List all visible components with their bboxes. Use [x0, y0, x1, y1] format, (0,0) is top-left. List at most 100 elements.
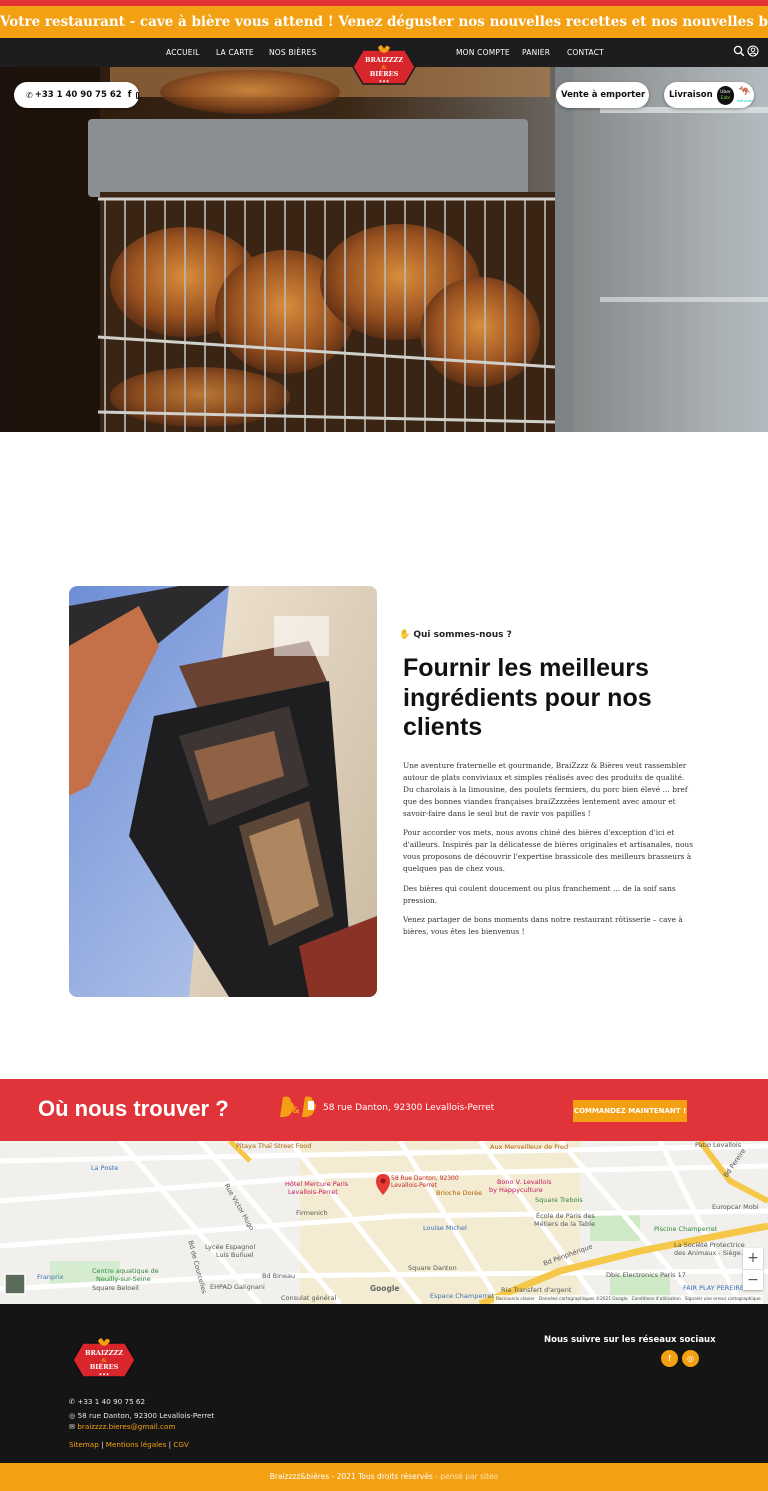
map-place[interactable]: Louise Michel: [423, 1224, 467, 1232]
map-attribution: Raccourcis clavier Données cartographiqu…: [494, 1295, 763, 1304]
hand-wave-icon: ✋: [399, 630, 411, 640]
map-place[interactable]: Pitaya Thaï Street Food: [236, 1142, 311, 1150]
braizzzz-bieres-logo[interactable]: BRAIZZZZ & BIÈRES ★★★: [351, 44, 417, 90]
about-title: Fournir les meilleurs ingrédients pour n…: [403, 654, 652, 741]
footer-logo[interactable]: BRAIZZZZ & BIÈRES ★★★: [71, 1337, 137, 1383]
phone-link[interactable]: +33 1 40 90 75 62: [35, 90, 122, 100]
svg-text:BIÈRES: BIÈRES: [90, 1362, 119, 1371]
map-place[interactable]: Aux Merveilleux de Fred: [490, 1143, 568, 1151]
map-place[interactable]: FAIR PLAY PEREIRE: [683, 1284, 744, 1292]
about-paragraph-3: Des bières qui coulent doucement ou plus…: [403, 884, 676, 905]
deliveroo-text: deliveroo: [737, 98, 754, 103]
about-paragraph-1: Une aventure fraternelle et gourmande, B…: [403, 761, 688, 818]
map-place[interactable]: Patio Levallois: [695, 1141, 741, 1149]
copyright-bar: Braizzzz&bières - 2021 Tous droits réser…: [0, 1463, 768, 1491]
about-kicker-text: Qui sommes-nous ?: [413, 630, 512, 640]
map-place[interactable]: Firmenich: [296, 1209, 328, 1217]
footer-address-text: 58 rue Danton, 92300 Levallois-Perret: [77, 1411, 215, 1420]
map-place[interactable]: La Société Protectrice: [674, 1241, 745, 1249]
map-place[interactable]: Lycée Espagnol: [205, 1243, 255, 1251]
eats-text: Eats: [720, 95, 731, 101]
footer-links: Sitemap | Mentions légales | CGV: [69, 1440, 189, 1449]
map-place[interactable]: Square Trebois: [535, 1196, 583, 1204]
announcement-banner: Votre restaurant - cave à bière vous att…: [0, 0, 768, 38]
nav-contact[interactable]: CONTACT: [567, 38, 604, 67]
order-now-button[interactable]: COMMANDEZ MAINTENANT !: [573, 1100, 687, 1122]
satellite-toggle[interactable]: [4, 1273, 26, 1295]
about-paragraph-2: Pour accorder vos mets, nous avons chiné…: [403, 828, 693, 873]
nav-la-carte[interactable]: LA CARTE: [216, 38, 254, 67]
map-place[interactable]: Brioche Dorée: [436, 1189, 482, 1197]
map-place[interactable]: Consulat général: [281, 1294, 336, 1302]
map-place[interactable]: Hôtel Mercure Paris: [285, 1180, 348, 1188]
credit-link[interactable]: - pensé par siteo: [435, 1472, 498, 1481]
map-place[interactable]: École de Paris des: [536, 1212, 595, 1220]
legal-link[interactable]: Mentions légales: [106, 1440, 167, 1449]
footer-email-text[interactable]: braizzzz.bieres@gmail.com: [77, 1422, 175, 1431]
svg-text:&: &: [292, 1106, 300, 1116]
nav-nos-bieres[interactable]: NOS BIÈRES: [269, 38, 316, 67]
map-place[interactable]: Ria Transfert d'argent: [501, 1286, 571, 1294]
footer-address: ◎ 58 rue Danton, 92300 Levallois-Perret: [69, 1411, 214, 1420]
account-icon[interactable]: [747, 45, 759, 57]
nav-mon-compte[interactable]: MON COMPTE: [456, 38, 510, 67]
map-place[interactable]: Espace Champerret: [430, 1292, 494, 1300]
google-map[interactable]: 58 Rue Danton, 92300 Levallois-Perret Pit…: [0, 1141, 768, 1304]
map-place[interactable]: Dbic Electronics Paris 17: [606, 1271, 686, 1279]
map-place: by Happyculture: [489, 1186, 543, 1194]
map-terms-link[interactable]: Conditions d'utilisation: [632, 1297, 681, 1302]
footer-email[interactable]: ✉ braizzzz.bieres@gmail.com: [69, 1422, 175, 1431]
site-footer: BRAIZZZZ & BIÈRES ★★★ ✆ +33 1 40 90 75 6…: [0, 1304, 768, 1463]
cgv-link[interactable]: CGV: [173, 1440, 189, 1449]
phone-icon: ✆: [26, 90, 33, 100]
search-icon[interactable]: [733, 45, 745, 57]
location-address: 58 rue Danton, 92300 Levallois-Perret: [323, 1103, 495, 1113]
mail-icon: ✉: [69, 1422, 76, 1431]
map-place[interactable]: Bono V. Levallois: [497, 1178, 551, 1186]
phone-icon: ✆: [69, 1397, 76, 1406]
svg-text:★★★: ★★★: [99, 1372, 110, 1377]
map-place[interactable]: Centre aquatique de: [92, 1267, 159, 1275]
delivery-pill[interactable]: Livraison Uber Eats 🦘 deliveroo: [664, 82, 754, 108]
instagram-icon[interactable]: ◎: [682, 1350, 699, 1367]
map-place[interactable]: Square Danton: [408, 1264, 457, 1272]
about-paragraph-4: Venez partager de bons moments dans notr…: [403, 915, 683, 936]
uber-eats-icon[interactable]: Uber Eats: [716, 85, 735, 105]
social-title: Nous suivre sur les réseaux sociaux: [544, 1335, 716, 1345]
svg-text:BIÈRES: BIÈRES: [370, 69, 399, 78]
map-place: Métiers de la Table: [534, 1220, 595, 1228]
map-place: Neuilly-sur-Seine: [96, 1275, 151, 1283]
takeaway-pill[interactable]: Vente à emporter: [556, 82, 649, 108]
map-place[interactable]: La Poste: [91, 1164, 118, 1172]
zoom-out-button[interactable]: −: [743, 1269, 763, 1290]
map-place[interactable]: Europcar Mobi: [712, 1203, 759, 1211]
takeaway-label: Vente à emporter: [561, 90, 646, 100]
svg-text:★★★: ★★★: [379, 79, 390, 84]
about-kicker: ✋ Qui sommes-nous ?: [399, 630, 512, 640]
map-street: Bd Bineau: [262, 1272, 296, 1280]
nav-panier[interactable]: PANIER: [522, 38, 550, 67]
map-shortcuts-link[interactable]: Raccourcis clavier: [496, 1297, 535, 1302]
zoom-in-button[interactable]: +: [743, 1248, 763, 1269]
map-place[interactable]: Franprix: [37, 1273, 64, 1281]
facebook-icon[interactable]: f: [661, 1350, 678, 1367]
footer-phone[interactable]: ✆ +33 1 40 90 75 62: [69, 1397, 145, 1406]
svg-text:BRAIZZZZ: BRAIZZZZ: [85, 1349, 123, 1357]
deliveroo-icon[interactable]: 🦘 deliveroo: [736, 86, 754, 105]
hero-rotisserie-image: [0, 67, 768, 432]
map-place[interactable]: Piscine Champerret: [654, 1225, 717, 1233]
sitemap-link[interactable]: Sitemap: [69, 1440, 99, 1449]
map-place[interactable]: EHPAD Galignani: [210, 1283, 265, 1291]
rotisserie-photo: [0, 67, 768, 432]
map-place[interactable]: Square Beloeil: [92, 1284, 139, 1292]
nav-accueil[interactable]: ACCUEIL: [166, 38, 200, 67]
google-watermark: Google: [370, 1284, 400, 1293]
facade-illustration: [69, 586, 377, 997]
facebook-icon[interactable]: f: [128, 90, 132, 100]
zoom-controls: + −: [743, 1248, 763, 1290]
restaurant-facade-photo: [69, 586, 377, 997]
copyright-text: Braizzzz&bières - 2021 Tous droits réser…: [269, 1472, 433, 1481]
map-report-link[interactable]: Signaler une erreur cartographique: [685, 1297, 761, 1302]
map-data-credit: Données cartographiques ©2021 Google: [538, 1297, 628, 1302]
instagram-icon[interactable]: [136, 91, 139, 99]
